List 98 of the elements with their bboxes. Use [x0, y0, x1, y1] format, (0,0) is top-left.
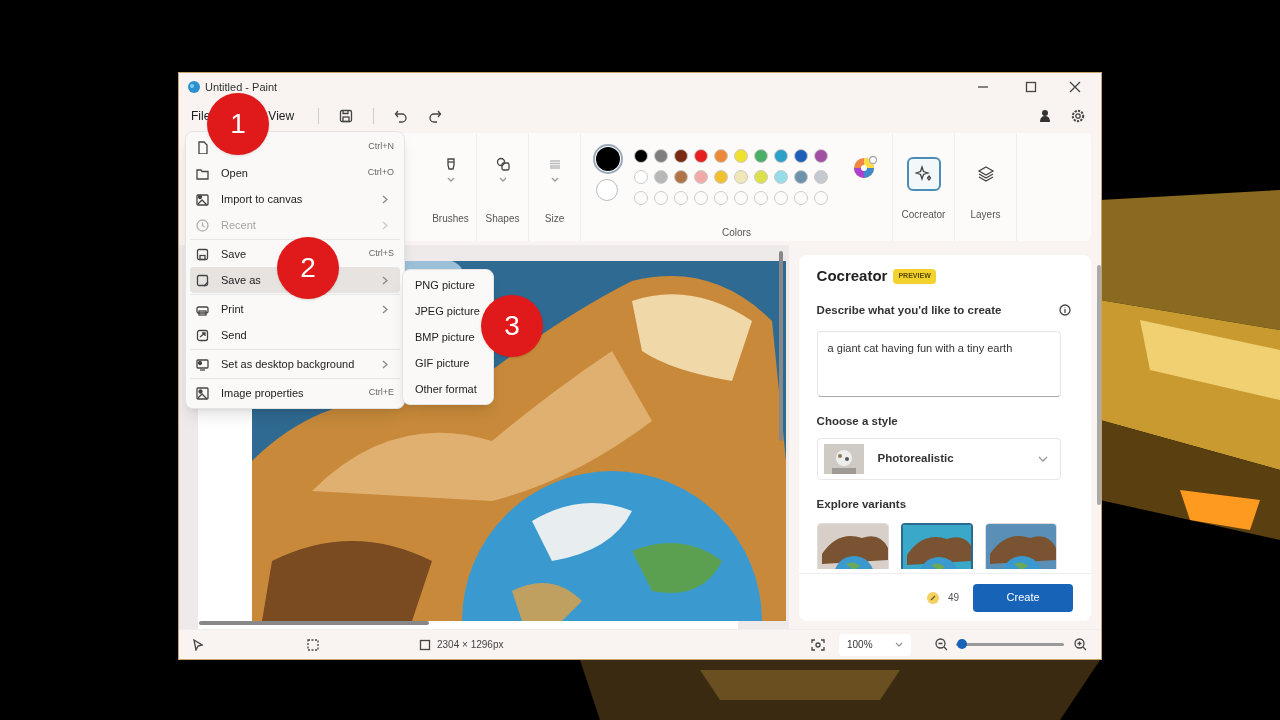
menu-item[interactable]: Image properties Ctrl+E [190, 380, 400, 406]
group-label: Shapes [485, 212, 520, 226]
layers-icon [976, 165, 995, 183]
new-file-icon [196, 140, 209, 154]
zoom-slider-thumb[interactable] [957, 639, 968, 649]
color-swatch[interactable] [673, 170, 688, 184]
field-label: Choose a style [816, 413, 899, 429]
shapes-icon [495, 157, 510, 171]
maximize-icon[interactable] [1025, 81, 1037, 93]
color-swatch[interactable] [793, 149, 808, 163]
color-swatch[interactable] [793, 170, 808, 184]
fit-to-window-icon[interactable] [811, 638, 825, 651]
shortcut-text: Ctrl+N [368, 140, 394, 154]
paint-app-icon [187, 80, 201, 94]
chevron-right-icon [382, 220, 388, 230]
line-thickness-icon [547, 157, 562, 171]
chevron-right-icon [382, 194, 388, 204]
prompt-field[interactable]: a giant cat having fun with a tiny earth [816, 330, 1061, 397]
credit-count: 49 [947, 591, 960, 605]
folder-icon [196, 166, 209, 180]
redo-icon[interactable] [428, 109, 443, 123]
pointer-icon[interactable] [193, 638, 203, 651]
color-swatch[interactable] [773, 149, 788, 163]
color-swatch[interactable] [813, 170, 828, 184]
sparkle-icon [914, 165, 933, 183]
group-label: Size [544, 212, 565, 226]
field-label: Describe what you'd like to create [816, 302, 1002, 318]
caret-icon [446, 177, 455, 182]
caret-icon [550, 177, 559, 182]
shortcut-text: Ctrl+E [368, 386, 394, 400]
person-icon[interactable] [1039, 109, 1051, 123]
group-label: Brushes [432, 212, 469, 226]
chevron-right-icon [382, 275, 388, 285]
group-label: Cocreator [901, 208, 946, 222]
import-image-icon [196, 192, 209, 206]
zoom-in-icon[interactable] [1074, 638, 1087, 651]
group-label: Layers [970, 208, 1001, 222]
color-swatch[interactable] [713, 170, 728, 184]
field-label: Explore variants [816, 497, 908, 512]
coin-icon [925, 590, 940, 605]
color-swatch[interactable] [753, 149, 768, 163]
shortcut-text: Ctrl+O [367, 166, 394, 180]
color-swatch[interactable] [813, 149, 828, 163]
current-color-swatch[interactable] [595, 147, 620, 171]
zoom-out-icon[interactable] [935, 638, 948, 651]
menu-item[interactable]: PNG picture [403, 272, 493, 298]
undo-icon[interactable] [394, 109, 409, 123]
menu-item[interactable]: Import to canvas [190, 186, 400, 212]
color-wheel-icon[interactable] [851, 155, 878, 181]
color-swatch[interactable] [733, 170, 748, 184]
color-swatch[interactable] [713, 149, 728, 163]
selection-icon[interactable] [307, 638, 319, 651]
color-swatch[interactable] [733, 149, 748, 163]
chevron-down-icon [1037, 456, 1048, 462]
vertical-scrollbar[interactable] [778, 251, 783, 441]
share-icon [196, 328, 209, 342]
color-swatch[interactable] [773, 170, 788, 184]
canvas-dimensions: 2304 × 1296px [437, 638, 504, 652]
current-color-swatch[interactable] [595, 179, 618, 201]
menu-item[interactable]: Send [190, 322, 400, 348]
shortcut-text: Ctrl+S [368, 247, 394, 261]
image-properties-icon [196, 386, 209, 400]
color-swatch[interactable] [633, 170, 648, 184]
settings-icon[interactable] [1071, 109, 1085, 123]
color-swatch[interactable] [633, 149, 648, 163]
save-as-icon [196, 273, 209, 287]
desktop-background-icon [196, 357, 209, 371]
horizontal-scrollbar[interactable] [199, 621, 429, 625]
save-icon[interactable] [339, 109, 354, 123]
menu-item[interactable]: Print [190, 296, 400, 322]
info-icon[interactable] [1059, 304, 1072, 317]
color-swatch[interactable] [673, 149, 688, 163]
color-swatch[interactable] [753, 170, 768, 184]
chevron-right-icon [382, 304, 388, 314]
create-button[interactable]: Create [973, 583, 1074, 612]
chevron-down-icon [895, 642, 903, 647]
color-swatch[interactable] [693, 170, 708, 184]
menu-item[interactable]: View [268, 107, 295, 125]
window-title: Untitled - Paint [205, 79, 278, 95]
variant-thumbnail[interactable] [900, 523, 973, 570]
canvas-size-icon [419, 638, 431, 651]
menu-item[interactable]: Set as desktop background [190, 351, 400, 377]
zoom-dropdown[interactable]: 100% [839, 633, 911, 656]
chevron-right-icon [382, 359, 388, 369]
cocreator-button[interactable] [906, 157, 941, 191]
style-dropdown[interactable]: Photorealistic [816, 438, 1061, 480]
menu-item[interactable]: Other format [403, 376, 493, 402]
panel-scrollbar[interactable] [1097, 265, 1101, 505]
caret-icon [498, 177, 507, 182]
color-swatch[interactable] [653, 170, 668, 184]
close-icon[interactable] [1069, 81, 1081, 93]
panel-title: Cocreator [816, 266, 888, 286]
color-swatch[interactable] [693, 149, 708, 163]
clock-icon [196, 218, 209, 232]
save-icon [196, 247, 209, 261]
group-label: Colors [722, 226, 751, 240]
color-swatch[interactable] [653, 149, 668, 163]
menu-item[interactable]: Open Ctrl+O [190, 160, 400, 186]
